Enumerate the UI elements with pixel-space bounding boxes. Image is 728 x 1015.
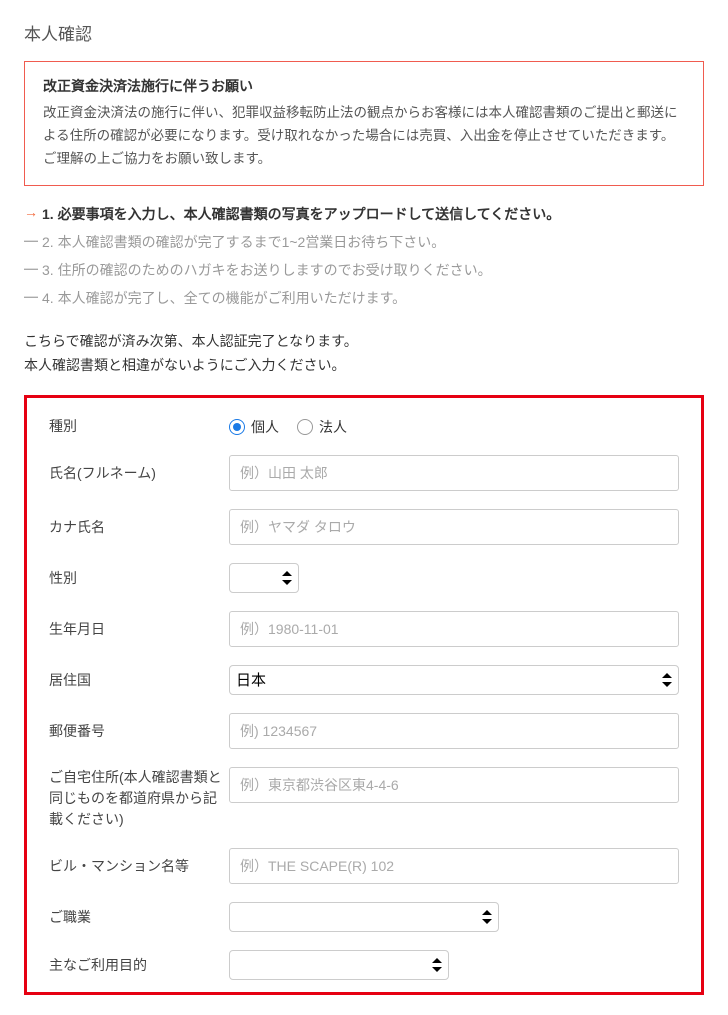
notice-body: 改正資金決済法の施行に伴い、犯罪収益移転防止法の観点からお客様には本人確認書類の… — [43, 102, 685, 171]
step-2: — 2. 本人確認書類の確認が完了するまで1~2営業日お待ち下さい。 — [24, 232, 704, 252]
identity-form: 種別 個人 法人 氏名(フルネーム) カナ氏名 性別 生年月日 — [24, 395, 704, 995]
label-fullname: 氏名(フルネーム) — [49, 463, 229, 484]
radio-icon — [229, 419, 245, 435]
row-birthday: 生年月日 — [49, 611, 679, 647]
label-occupation: ご職業 — [49, 907, 229, 928]
instructions: こちらで確認が済み次第、本人認証完了となります。 本人確認書類と相違がないように… — [24, 330, 704, 378]
label-postal: 郵便番号 — [49, 721, 229, 742]
row-gender: 性別 — [49, 563, 679, 593]
row-fullname: 氏名(フルネーム) — [49, 455, 679, 491]
radio-individual[interactable]: 個人 — [229, 417, 279, 437]
label-address: ご自宅住所(本人確認書類と同じものを都道府県から記載ください) — [49, 767, 229, 830]
page-title: 本人確認 — [24, 20, 704, 45]
row-occupation: ご職業 — [49, 902, 679, 932]
fullname-input[interactable] — [229, 455, 679, 491]
notice-box: 改正資金決済法施行に伴うお願い 改正資金決済法の施行に伴い、犯罪収益移転防止法の… — [24, 61, 704, 186]
label-purpose: 主なご利用目的 — [49, 955, 229, 976]
purpose-select[interactable] — [229, 950, 449, 980]
row-kana: カナ氏名 — [49, 509, 679, 545]
label-gender: 性別 — [49, 568, 229, 589]
birthday-input[interactable] — [229, 611, 679, 647]
steps-list: → 1. 必要事項を入力し、本人確認書類の写真をアップロードして送信してください… — [24, 204, 704, 308]
step-text: 2. 本人確認書類の確認が完了するまで1~2営業日お待ち下さい。 — [42, 232, 445, 252]
instruction-line: 本人確認書類と相違がないようにご入力ください。 — [24, 354, 704, 378]
gender-select[interactable] — [229, 563, 299, 593]
label-kana: カナ氏名 — [49, 517, 229, 538]
row-building: ビル・マンション名等 — [49, 848, 679, 884]
step-4: — 4. 本人確認が完了し、全ての機能がご利用いただけます。 — [24, 288, 704, 308]
notice-title: 改正資金決済法施行に伴うお願い — [43, 76, 685, 96]
step-1: → 1. 必要事項を入力し、本人確認書類の写真をアップロードして送信してください… — [24, 204, 704, 224]
radio-label: 個人 — [251, 417, 279, 437]
row-country: 居住国 日本 — [49, 665, 679, 695]
row-type: 種別 個人 法人 — [49, 416, 679, 437]
occupation-select[interactable] — [229, 902, 499, 932]
radio-icon — [297, 419, 313, 435]
dash-icon: — — [24, 288, 42, 304]
address-input[interactable] — [229, 767, 679, 803]
radio-label: 法人 — [319, 417, 347, 437]
step-3: — 3. 住所の確認のためのハガキをお送りしますのでお受け取りください。 — [24, 260, 704, 280]
label-building: ビル・マンション名等 — [49, 856, 229, 877]
row-address: ご自宅住所(本人確認書類と同じものを都道府県から記載ください) — [49, 767, 679, 830]
label-birthday: 生年月日 — [49, 619, 229, 640]
instruction-line: こちらで確認が済み次第、本人認証完了となります。 — [24, 330, 704, 354]
building-input[interactable] — [229, 848, 679, 884]
dash-icon: — — [24, 232, 42, 248]
kana-input[interactable] — [229, 509, 679, 545]
step-text: 3. 住所の確認のためのハガキをお送りしますのでお受け取りください。 — [42, 260, 492, 280]
radio-corporate[interactable]: 法人 — [297, 417, 347, 437]
step-text: 1. 必要事項を入力し、本人確認書類の写真をアップロードして送信してください。 — [42, 204, 560, 224]
label-country: 居住国 — [49, 670, 229, 691]
arrow-right-icon: → — [24, 204, 42, 220]
postal-input[interactable] — [229, 713, 679, 749]
row-purpose: 主なご利用目的 — [49, 950, 679, 980]
dash-icon: — — [24, 260, 42, 276]
country-select[interactable]: 日本 — [229, 665, 679, 695]
label-type: 種別 — [49, 416, 229, 437]
type-radio-group: 個人 法人 — [229, 417, 679, 437]
row-postal: 郵便番号 — [49, 713, 679, 749]
step-text: 4. 本人確認が完了し、全ての機能がご利用いただけます。 — [42, 288, 406, 308]
